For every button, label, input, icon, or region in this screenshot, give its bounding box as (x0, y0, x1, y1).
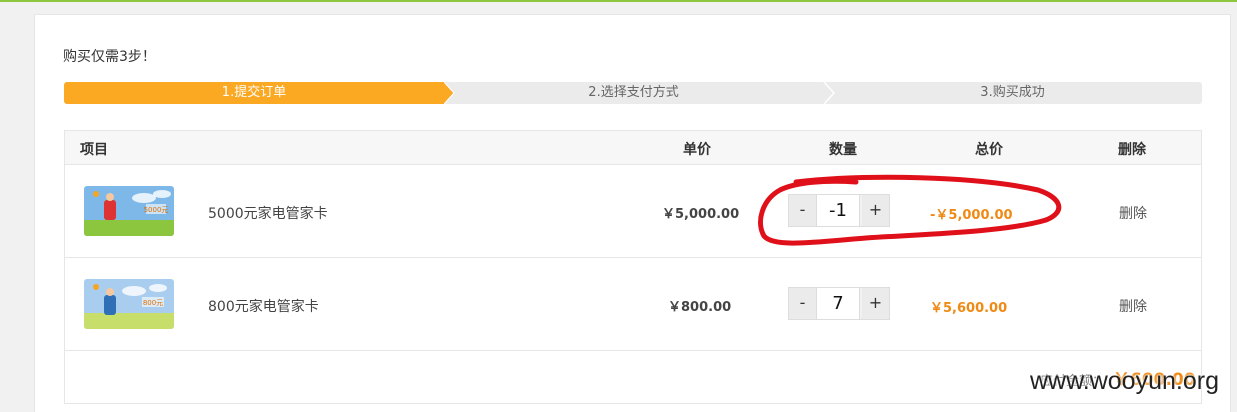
col-unit-price: 单价 (683, 142, 711, 158)
card-value-text: 800元 (143, 299, 163, 307)
quantity-input[interactable] (816, 288, 860, 319)
red-circle-annotation (758, 174, 1062, 246)
col-delete: 删除 (1118, 142, 1146, 158)
cart-table-header: 项目 单价 数量 总价 删除 (65, 131, 1201, 165)
col-item: 项目 (80, 142, 108, 158)
cart-row: 800元 800元家电管家卡 ￥800.00 - + ￥5,600.00 删除 (65, 258, 1201, 351)
product-thumbnail[interactable]: 5000元 (84, 186, 174, 236)
step-submit-order: 1.提交订单 (64, 82, 444, 104)
product-thumbnail[interactable]: 800元 (84, 279, 174, 329)
product-name[interactable]: 800元家电管家卡 (208, 296, 319, 316)
unit-price: ￥800.00 (668, 300, 732, 315)
watermark-text: www.wooyun.org (1030, 367, 1219, 395)
cart-table: 项目 单价 数量 总价 删除 5000元 5000元家电管家卡 ￥5,000.0… (64, 130, 1202, 404)
unit-price: ￥5,000.00 (662, 207, 740, 222)
delete-link[interactable]: 删除 (1119, 296, 1147, 316)
quantity-stepper: - + (788, 287, 890, 320)
increase-quantity-button[interactable]: + (862, 288, 889, 319)
checkout-steps: 1.提交订单 2.选择支付方式 3.购买成功 (64, 82, 1202, 104)
steps-intro: 购买仅需3步！ (63, 49, 156, 65)
delete-link[interactable]: 删除 (1119, 203, 1147, 223)
step-choose-payment: 2.选择支付方式 (444, 82, 823, 104)
col-total: 总价 (975, 142, 1003, 158)
decrease-quantity-button[interactable]: - (789, 288, 816, 319)
top-accent-bar (0, 0, 1237, 2)
row-total-price: ￥5,600.00 (930, 301, 1008, 316)
step-purchase-success: 3.购买成功 (823, 82, 1202, 104)
col-quantity: 数量 (829, 142, 857, 158)
card-value-text: 5000元 (144, 206, 169, 214)
product-name[interactable]: 5000元家电管家卡 (208, 203, 328, 223)
